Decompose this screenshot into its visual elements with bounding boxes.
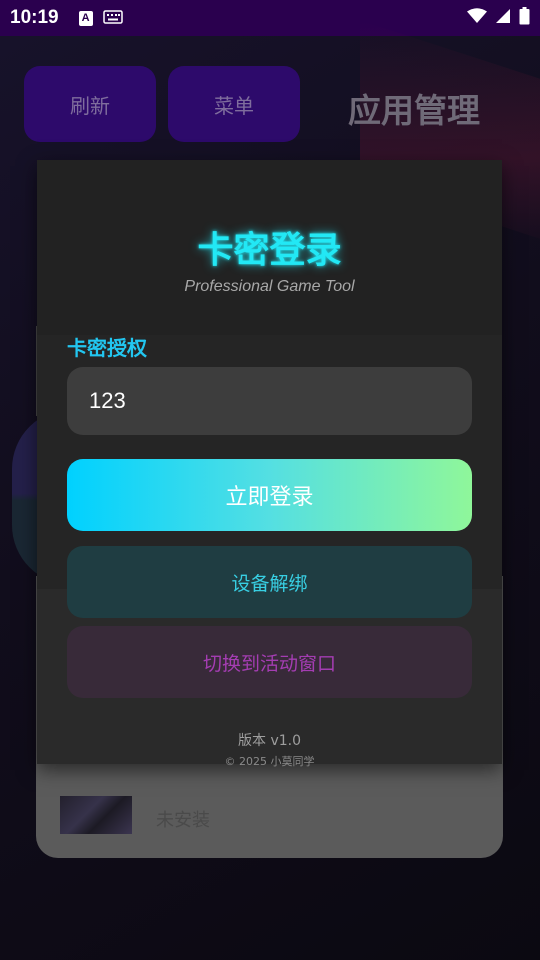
status-bar: 10:19 A bbox=[0, 0, 540, 36]
unbind-device-button[interactable]: 设备解绑 bbox=[67, 546, 472, 618]
switch-window-button[interactable]: 切换到活动窗口 bbox=[67, 626, 472, 698]
dialog-title: 卡密登录 bbox=[197, 230, 342, 271]
copyright-text: © 2025 小莫同学 bbox=[224, 755, 315, 768]
cellular-signal-icon bbox=[495, 8, 511, 28]
dialog-subtitle: Professional Game Tool bbox=[184, 278, 355, 295]
page-title: 应用管理 bbox=[348, 91, 480, 130]
app-status-text: 未安装 bbox=[156, 810, 210, 831]
card-key-label: 卡密授权 bbox=[67, 336, 147, 360]
login-button[interactable]: 立即登录 bbox=[67, 459, 472, 531]
game-thumbnail bbox=[60, 796, 132, 834]
notification-a-icon: A bbox=[78, 10, 93, 26]
battery-icon bbox=[519, 7, 530, 29]
wifi-icon bbox=[467, 8, 487, 28]
login-dialog: 卡密登录 Professional Game Tool 卡密授权 立即登录 设备… bbox=[37, 160, 502, 768]
version-text: 版本 v1.0 bbox=[238, 733, 301, 749]
menu-button[interactable]: 菜单 bbox=[168, 66, 300, 142]
refresh-button[interactable]: 刷新 bbox=[24, 66, 156, 142]
status-right-icons bbox=[467, 7, 530, 29]
keyboard-icon bbox=[102, 9, 123, 28]
card-key-input[interactable] bbox=[67, 367, 472, 435]
status-time: 10:19 bbox=[10, 7, 59, 28]
